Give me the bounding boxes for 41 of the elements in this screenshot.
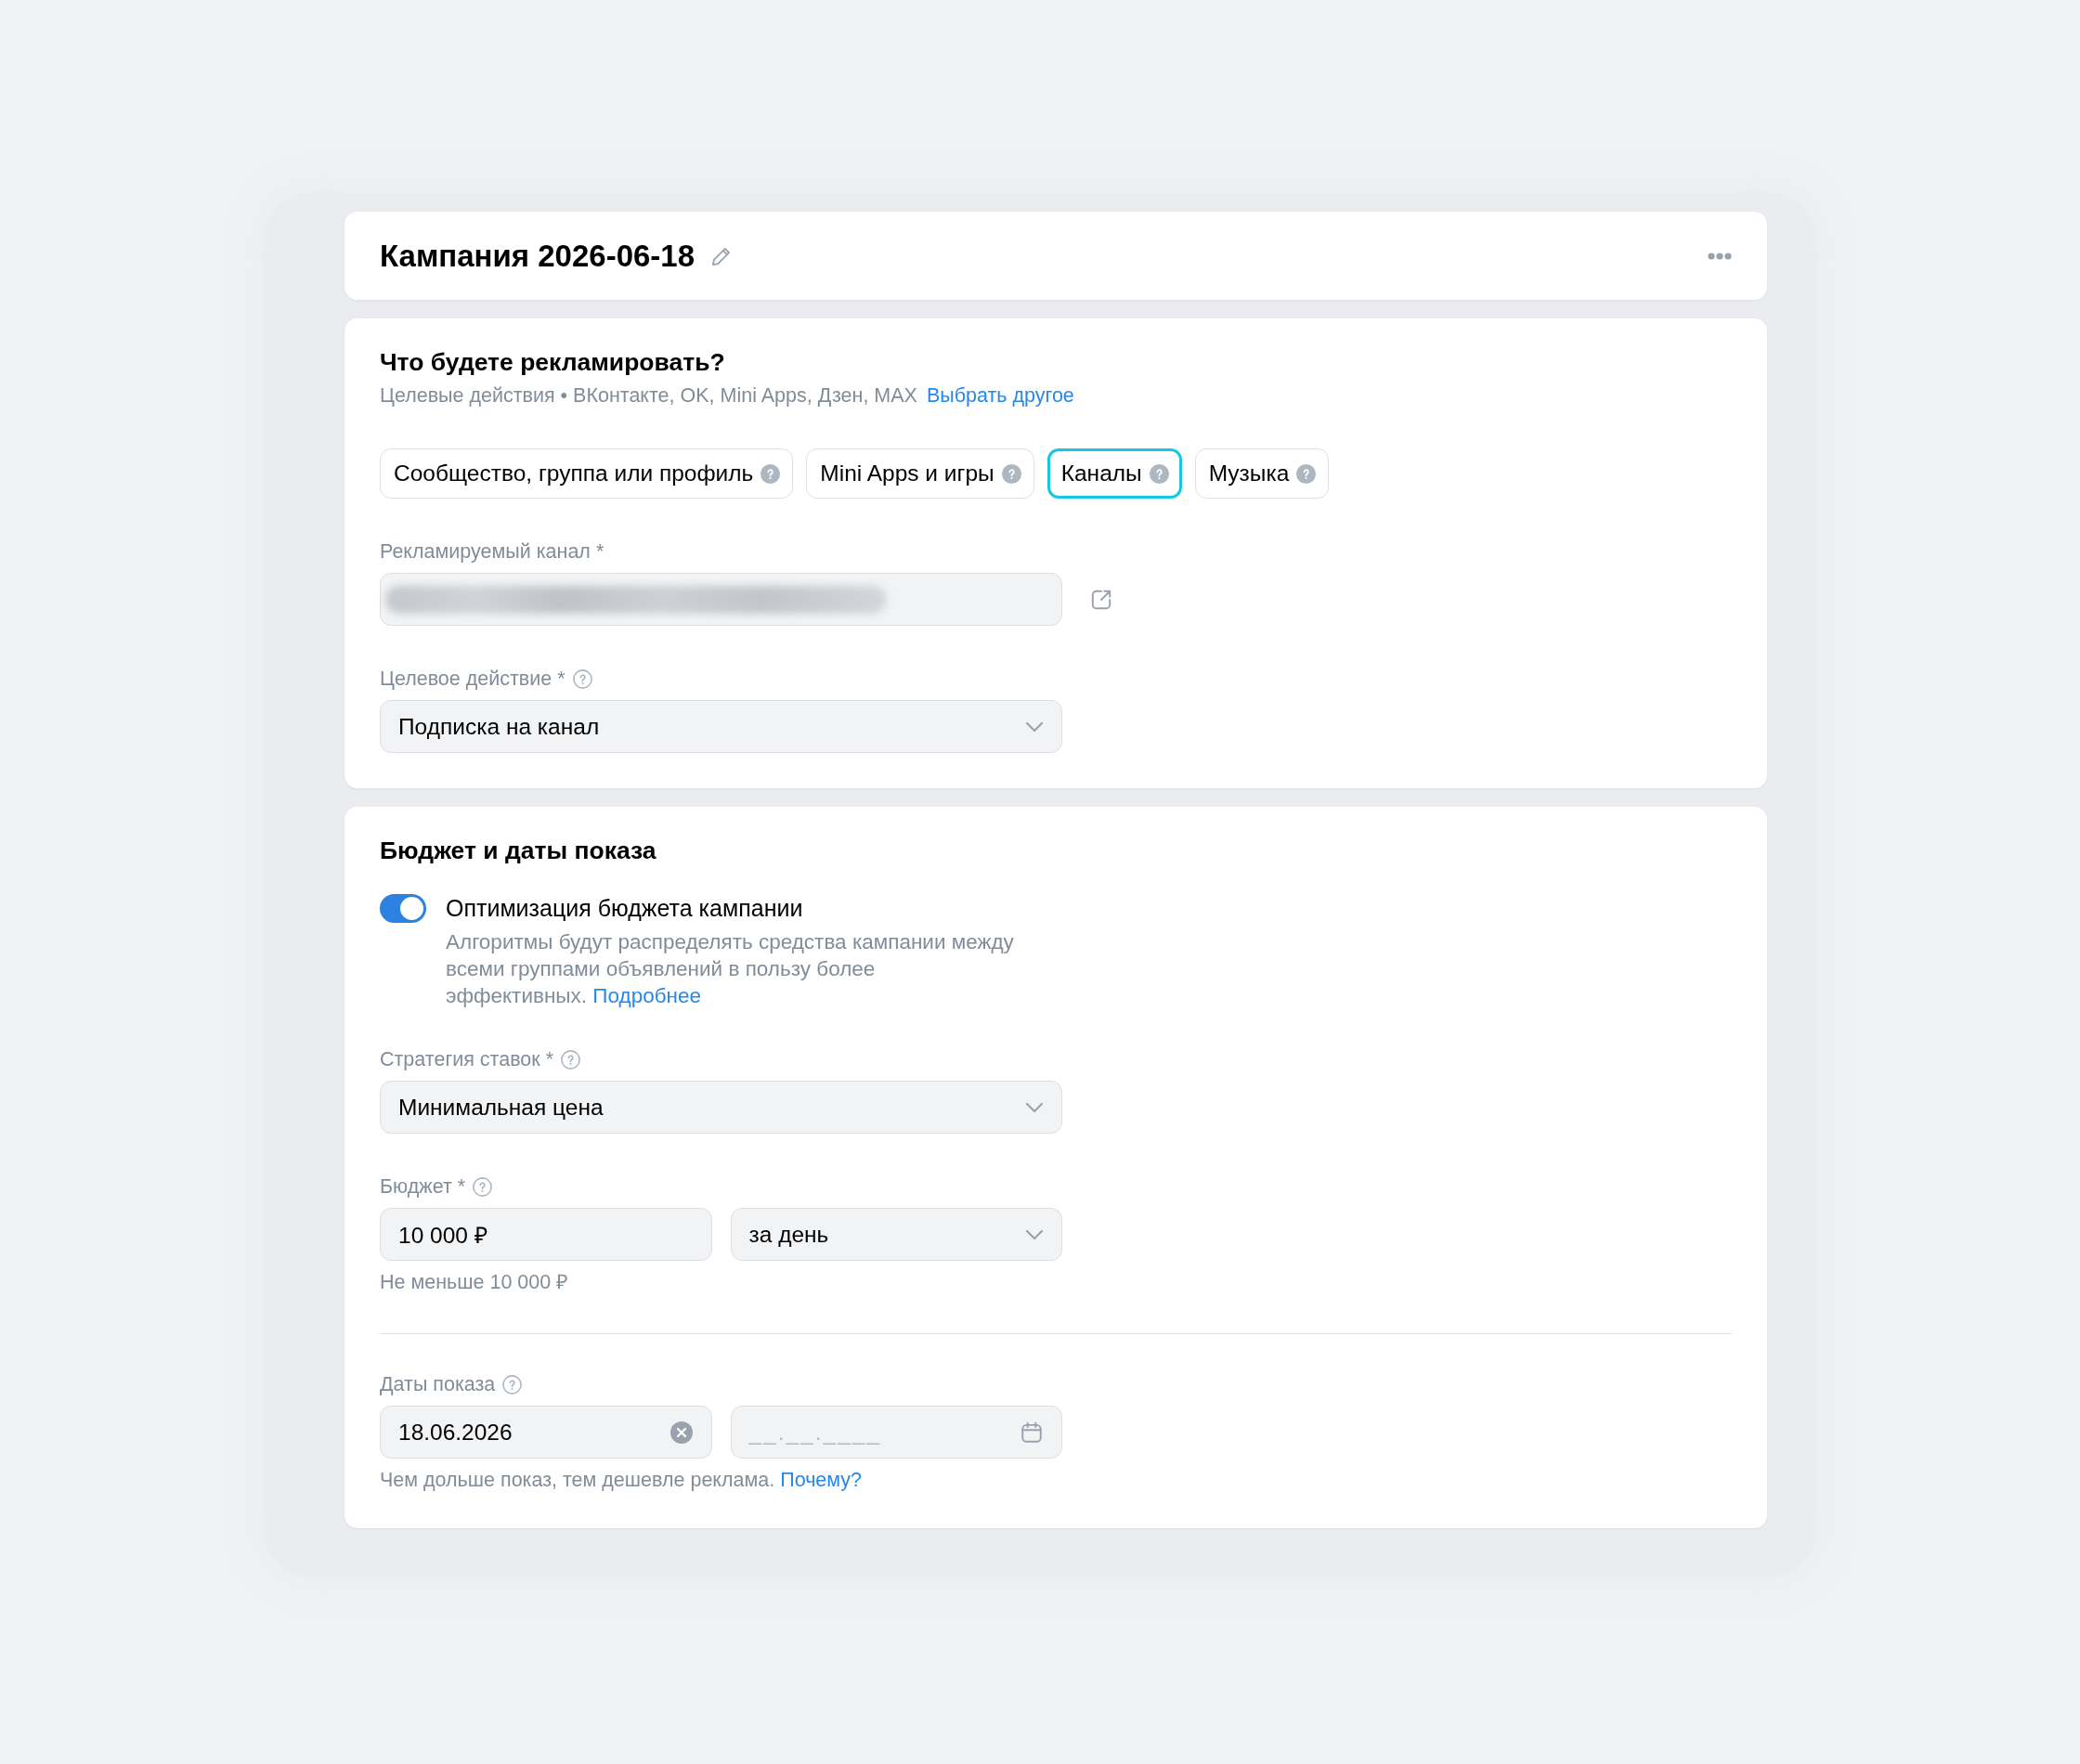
help-icon[interactable] bbox=[760, 463, 781, 484]
subtitle-text: Целевые действия • ВКонтакте, OK, Mini Apps, Дзен, MAX Выбрать другое bbox=[380, 383, 1075, 409]
help-icon[interactable] bbox=[1296, 463, 1317, 484]
chevron-down-icon bbox=[1025, 1101, 1044, 1113]
ellipsis-icon[interactable] bbox=[1708, 252, 1732, 260]
more-link[interactable]: Подробнее bbox=[592, 984, 701, 1007]
category-tab[interactable]: Каналы bbox=[1046, 448, 1182, 499]
section-title: Бюджет и даты показа bbox=[380, 836, 657, 865]
category-tab[interactable]: Музыка bbox=[1194, 448, 1330, 499]
date-input[interactable]: 18.06.2026 bbox=[380, 1406, 712, 1459]
chevron-down-icon bbox=[1025, 720, 1044, 733]
why-link[interactable]: Почему? bbox=[780, 1469, 862, 1491]
hint-text: Чем дольше показ, тем дешевле реклама. Почему? bbox=[380, 1468, 863, 1493]
campaign-title: Кампания 2026-06-18 bbox=[380, 237, 696, 275]
help-icon[interactable] bbox=[1001, 463, 1021, 484]
category-tab[interactable]: Mini Apps и игры bbox=[806, 448, 1034, 499]
field-label: Стратегия ставок * bbox=[380, 1047, 554, 1072]
clear-icon[interactable] bbox=[670, 1420, 693, 1444]
dropdown[interactable]: за день bbox=[730, 1208, 1062, 1261]
chevron-down-icon bbox=[1025, 1228, 1044, 1240]
category-tab[interactable]: Сообщество, группа или профиль bbox=[380, 448, 794, 499]
text-input[interactable]: 10 000 ₽ bbox=[380, 1208, 712, 1261]
channel-input[interactable] bbox=[380, 573, 1062, 626]
dropdown[interactable]: Минимальная цена bbox=[380, 1081, 1062, 1134]
toggle-switch[interactable] bbox=[380, 894, 426, 923]
dropdown[interactable]: Подписка на канал bbox=[380, 700, 1062, 753]
help-icon[interactable] bbox=[1149, 463, 1169, 484]
description-text: Алгоритмы будут распределять средства кампании между всеми группами объявлений в пользу более эффективных. Подробнее bbox=[446, 929, 1015, 1009]
help-icon[interactable] bbox=[502, 1374, 523, 1394]
field-label: Рекламируемый канал * bbox=[380, 539, 604, 564]
section-title: Что будете рекламировать? bbox=[380, 347, 726, 377]
calendar-icon[interactable] bbox=[1020, 1420, 1044, 1445]
help-icon[interactable] bbox=[561, 1049, 581, 1070]
field-label: Даты показа bbox=[380, 1372, 496, 1397]
hint-text: Не меньше 10 000 ₽ bbox=[380, 1270, 570, 1295]
field-label: Целевое действие * bbox=[380, 667, 566, 692]
choose-other-link[interactable]: Выбрать другое bbox=[926, 384, 1074, 407]
help-icon[interactable] bbox=[572, 668, 592, 689]
toggle-label: Оптимизация бюджета кампании bbox=[446, 894, 804, 923]
help-icon[interactable] bbox=[473, 1176, 493, 1197]
field-label: Бюджет * bbox=[380, 1174, 466, 1200]
